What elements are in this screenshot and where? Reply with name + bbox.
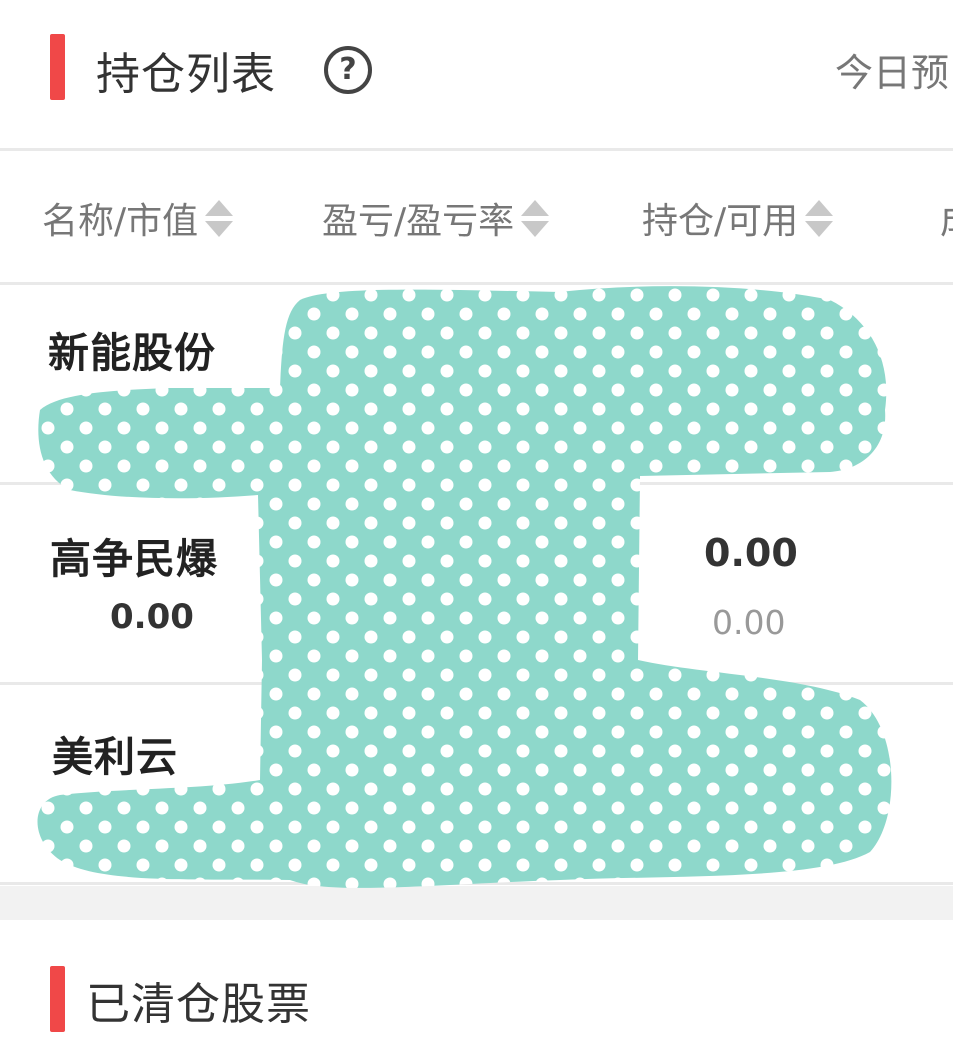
market-value: 0.00 [110, 597, 194, 637]
section-separator [0, 886, 953, 920]
holdings-header: 持仓列表 ? 今日预 [0, 22, 953, 122]
column-header-row: 名称/市值 盈亏/盈亏率 持仓/可用 成 [0, 152, 953, 284]
stock-name: 美利云 [52, 733, 178, 781]
available-value: 0.00 [712, 603, 786, 642]
table-row[interactable]: 美利云 [0, 685, 953, 882]
column-header-profit-rate[interactable]: 盈亏/盈亏率 [322, 192, 550, 244]
column-header-label: 盈亏/盈亏率 [322, 201, 515, 242]
column-header-name-market-value[interactable]: 名称/市值 [42, 192, 234, 244]
today-profit-label[interactable]: 今日预 [835, 42, 949, 97]
divider [0, 882, 953, 885]
help-icon[interactable]: ? [324, 46, 372, 94]
column-header-cost[interactable]: 成 [940, 192, 953, 244]
table-row[interactable]: 新能股份 [0, 285, 953, 482]
sort-icon[interactable] [804, 194, 834, 242]
sort-icon[interactable] [520, 194, 550, 242]
stock-name: 新能股份 [48, 329, 216, 377]
cleared-title: 已清仓股票 [86, 979, 311, 1030]
cleared-header[interactable]: 已清仓股票 [0, 950, 953, 1050]
section-accent-bar [50, 966, 65, 1032]
column-header-label: 名称/市值 [42, 201, 199, 242]
holdings-title: 持仓列表 [96, 49, 276, 100]
table-row[interactable]: 高争民爆 0.00 0.00 0.00 [0, 485, 953, 682]
stock-name: 高争民爆 [50, 535, 218, 583]
help-symbol: ? [339, 52, 357, 87]
column-header-label: 持仓/可用 [642, 201, 799, 242]
sort-icon[interactable] [204, 194, 234, 242]
position-value: 0.00 [704, 531, 798, 575]
column-header-position-available[interactable]: 持仓/可用 [642, 192, 834, 244]
section-accent-bar [50, 34, 65, 100]
divider [0, 148, 953, 151]
